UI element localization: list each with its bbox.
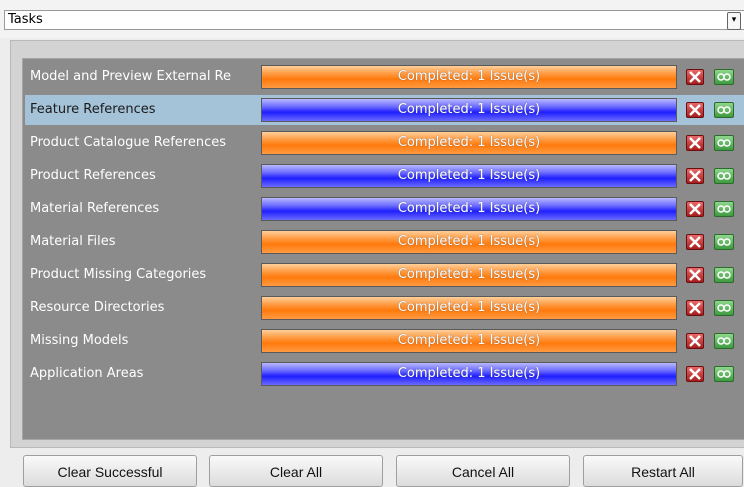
task-row[interactable]: Product Missing Categories Completed: 1 … [25,260,744,290]
remove-task-icon[interactable] [686,102,704,118]
restart-task-icon[interactable] [714,300,734,316]
task-status-bar: Completed: 1 Issue(s) [261,296,677,320]
task-row[interactable]: Product References Completed: 1 Issue(s) [25,161,744,191]
restart-task-icon[interactable] [714,201,734,217]
remove-task-icon[interactable] [686,267,704,283]
task-status-bar: Completed: 1 Issue(s) [261,329,677,353]
task-list: Model and Preview External Re Completed:… [22,58,744,440]
task-row[interactable]: Resource Directories Completed: 1 Issue(… [25,293,744,323]
task-status-bar: Completed: 1 Issue(s) [261,362,677,386]
restart-task-icon[interactable] [714,102,734,118]
tasks-dropdown-label: Tasks [8,12,43,27]
task-name: Resource Directories [30,300,165,315]
restart-task-icon[interactable] [714,234,734,250]
tasks-dropdown[interactable]: Tasks ▾ [4,10,744,30]
task-name: Product Catalogue References [30,135,227,150]
task-name: Missing Models [30,333,129,348]
task-name: Application Areas [30,366,144,381]
remove-task-icon[interactable] [686,69,704,85]
restart-task-icon[interactable] [714,333,734,349]
task-status-bar: Completed: 1 Issue(s) [261,164,677,188]
remove-task-icon[interactable] [686,300,704,316]
task-row[interactable]: Product Catalogue References Completed: … [25,128,744,158]
task-row[interactable]: Model and Preview External Re Completed:… [25,62,744,92]
remove-task-icon[interactable] [686,333,704,349]
task-status-bar: Completed: 1 Issue(s) [261,197,677,221]
task-row[interactable]: Material References Completed: 1 Issue(s… [25,194,744,224]
task-row[interactable]: Feature References Completed: 1 Issue(s) [25,95,744,125]
task-row[interactable]: Missing Models Completed: 1 Issue(s) [25,326,744,356]
remove-task-icon[interactable] [686,201,704,217]
clear-successful-button[interactable]: Clear Successful [23,455,197,487]
task-name: Material Files [30,234,116,249]
task-name: Feature References [30,102,156,117]
remove-task-icon[interactable] [686,366,704,382]
task-name: Product Missing Categories [30,267,207,282]
task-status-bar: Completed: 1 Issue(s) [261,65,677,89]
task-status-bar: Completed: 1 Issue(s) [261,98,677,122]
remove-task-icon[interactable] [686,234,704,250]
task-row[interactable]: Application Areas Completed: 1 Issue(s) [25,359,744,389]
clear-all-button[interactable]: Clear All [209,455,383,487]
task-status-bar: Completed: 1 Issue(s) [261,263,677,287]
restart-all-button[interactable]: Restart All [583,455,743,487]
restart-task-icon[interactable] [714,69,734,85]
remove-task-icon[interactable] [686,168,704,184]
task-status-bar: Completed: 1 Issue(s) [261,230,677,254]
task-name: Material References [30,201,160,216]
task-name: Product References [30,168,156,183]
task-name: Model and Preview External Re [30,69,232,84]
restart-task-icon[interactable] [714,267,734,283]
tasks-header: Tasks ▾ [0,0,744,38]
task-status-bar: Completed: 1 Issue(s) [261,131,677,155]
remove-task-icon[interactable] [686,135,704,151]
chevron-down-icon[interactable]: ▾ [727,12,741,30]
cancel-all-button[interactable]: Cancel All [396,455,570,487]
task-row[interactable]: Material Files Completed: 1 Issue(s) [25,227,744,257]
restart-task-icon[interactable] [714,135,734,151]
restart-task-icon[interactable] [714,366,734,382]
restart-task-icon[interactable] [714,168,734,184]
